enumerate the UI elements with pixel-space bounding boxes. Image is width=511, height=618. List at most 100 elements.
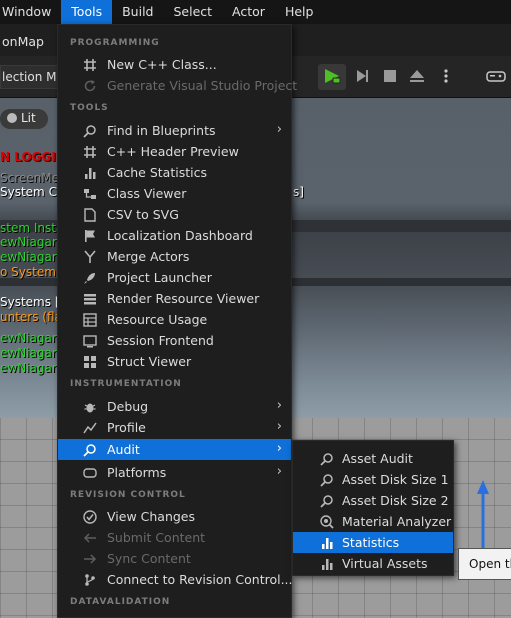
submenu-item-label: Asset Disk Size 1 [342,472,449,487]
rocket-icon [82,270,97,285]
main-menu-bar: Window Tools Build Select Actor Help [0,0,511,24]
submenu-item-label: Material Analyzer [342,514,452,529]
menu-item-localization-dashboard[interactable]: Localization Dashboard [58,225,291,246]
viewport-overlay-line: N LOGGIN [0,150,66,164]
tools-menu: PROGRAMMING New C++ Class... Generate Vi… [57,24,297,618]
viewport-overlay-line: ewNiagar [0,235,57,249]
menu-help[interactable]: Help [275,0,324,24]
material-analyzer-icon [319,514,334,529]
viewport-overlay-line: ewNiagar [0,331,57,345]
class-viewer-icon [82,186,97,201]
menu-item-label: Connect to Revision Control... [107,572,293,587]
menu-item-label: Profile [107,420,146,435]
menu-item-view-changes[interactable]: View Changes [58,506,291,527]
menu-build[interactable]: Build [112,0,163,24]
struct-icon [82,354,97,369]
menu-item-label: Session Frontend [107,333,214,348]
vertical-dots-icon [443,68,449,87]
menu-item-debug[interactable]: Debug › [58,396,291,417]
menu-item-struct-viewer[interactable]: Struct Viewer [58,351,291,372]
arrow-right-icon [82,551,97,566]
more-options-button[interactable] [432,64,460,90]
statistics-icon [319,535,334,550]
submenu-item-label: Statistics [342,535,400,550]
menu-tools[interactable]: Tools [61,0,113,24]
menu-item-label: Resource Usage [107,312,208,327]
menu-item-new-cpp-class[interactable]: New C++ Class... [58,54,291,75]
level-tab[interactable]: onMap [0,28,46,56]
chevron-right-icon: › [276,441,282,456]
menu-item-platforms[interactable]: Platforms › [58,462,291,483]
menu-item-cpp-header-preview[interactable]: C++ Header Preview [58,141,291,162]
viewport-overlay-line: stem Insta [0,221,64,235]
viewport-overlay-line: ScreenMe [0,171,59,185]
menu-item-label: Platforms [107,465,167,480]
menu-item-cache-statistics[interactable]: Cache Statistics [58,162,291,183]
submenu-item-asset-audit[interactable]: Asset Audit [293,448,453,469]
submenu-item-asset-disk-size-2[interactable]: Asset Disk Size 2 [293,490,453,511]
audit-search-icon [82,442,97,457]
menu-item-render-resource-viewer[interactable]: Render Resource Viewer [58,288,291,309]
menu-item-connect-revision-control[interactable]: Connect to Revision Control... [58,569,293,590]
menu-item-project-launcher[interactable]: Project Launcher [58,267,291,288]
menu-item-session-frontend[interactable]: Session Frontend [58,330,291,351]
menu-item-find-in-blueprints[interactable]: Find in Blueprints › [58,120,291,141]
submenu-item-material-analyzer[interactable]: Material Analyzer [293,511,453,532]
statistics-icon [319,556,334,571]
menu-item-sync-content[interactable]: Sync Content [58,548,291,569]
stop-icon [383,69,397,86]
menu-item-label: Debug [107,399,149,414]
menu-item-label: Generate Visual Studio Project [107,78,298,93]
menu-item-label: Merge Actors [107,249,190,264]
view-mode-lit-button[interactable]: Lit [0,109,48,129]
menu-item-label: C++ Header Preview [107,144,239,159]
section-header-programming: PROGRAMMING [70,38,160,48]
stop-button[interactable] [376,64,404,90]
menu-item-label: Audit [107,442,140,457]
menu-actor[interactable]: Actor [222,0,275,24]
selection-mode-dropdown[interactable]: lection Mo [0,65,60,89]
submenu-item-label: Asset Disk Size 2 [342,493,449,508]
gamepad-icon [82,465,97,480]
play-options-button[interactable] [348,64,376,90]
menu-item-label: CSV to SVG [107,207,179,222]
bar-chart-icon [82,165,97,180]
submenu-item-statistics[interactable]: Statistics [293,532,453,553]
menu-item-submit-content[interactable]: Submit Content [58,527,291,548]
menu-item-label: Project Launcher [107,270,212,285]
branch-icon [82,572,97,587]
menu-item-class-viewer[interactable]: Class Viewer [58,183,291,204]
submenu-item-asset-disk-size-1[interactable]: Asset Disk Size 1 [293,469,453,490]
document-icon [82,207,97,222]
menu-item-audit[interactable]: Audit › [58,439,291,460]
chevron-right-icon: › [276,398,282,413]
merge-icon [82,249,97,264]
menu-item-generate-vs-project[interactable]: Generate Visual Studio Project [58,75,297,96]
audit-submenu: Asset Audit Asset Disk Size 1 Asset Disk… [292,440,454,576]
cpp-header-icon [82,144,97,159]
section-header-tools: TOOLS [70,103,109,113]
section-header-datavalidation: DATAVALIDATION [70,597,171,607]
lit-sphere-icon [7,113,17,123]
menu-item-label: Render Resource Viewer [107,291,260,306]
submenu-item-virtual-assets[interactable]: Virtual Assets [293,553,453,574]
platforms-button[interactable] [482,64,510,90]
eject-icon [409,68,425,87]
menu-window[interactable]: Window [0,0,61,24]
menu-item-label: Submit Content [107,530,206,545]
menu-item-resource-usage[interactable]: Resource Usage [58,309,291,330]
menu-item-label: Localization Dashboard [107,228,253,243]
section-header-revision-control: REVISION CONTROL [70,490,186,500]
play-button[interactable] [318,64,346,90]
eject-button[interactable] [403,64,431,90]
menu-select[interactable]: Select [163,0,222,24]
menu-item-csv-to-svg[interactable]: CSV to SVG [58,204,291,225]
menu-item-profile[interactable]: Profile › [58,417,291,438]
step-play-icon [354,68,370,87]
blueprint-search-icon [82,123,97,138]
viewport-overlay-line: System Co [0,185,65,199]
menu-item-label: New C++ Class... [107,57,217,72]
chevron-right-icon: › [276,122,282,137]
menu-item-merge-actors[interactable]: Merge Actors [58,246,291,267]
viewport-overlay-line: o System I [0,265,64,279]
